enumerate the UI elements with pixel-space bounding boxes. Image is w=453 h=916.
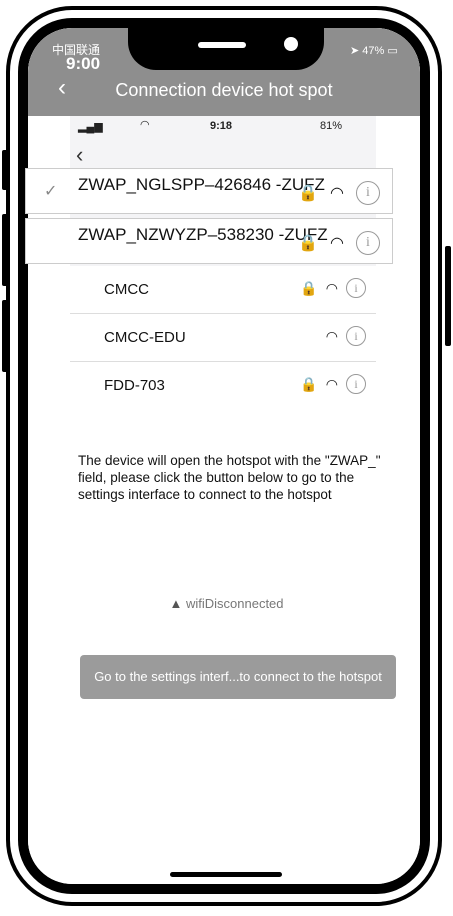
status-right: ➤ 47% ▭ bbox=[350, 44, 398, 57]
network-icons: 🔒 ◠ i bbox=[300, 374, 366, 394]
wifi-status-label: wifiDisconnected bbox=[185, 596, 284, 611]
wifi-icon: ◠ bbox=[325, 327, 338, 344]
volume-down-button bbox=[2, 300, 8, 372]
go-to-settings-button[interactable]: Go to the settings interf...to connect t… bbox=[80, 655, 396, 699]
speaker-grille bbox=[198, 42, 246, 48]
network-row[interactable]: FDD-703 🔒 ◠ i bbox=[70, 362, 376, 410]
wifi-icon: ◠ bbox=[140, 119, 150, 131]
network-row[interactable]: CMCC-EDU ◠ i bbox=[70, 314, 376, 362]
home-indicator[interactable] bbox=[170, 872, 282, 877]
network-row-highlighted[interactable]: ZWAP_NZWYZP–538230 -ZUFZ 🔒 ◠ i bbox=[25, 218, 393, 264]
embedded-time: 9:18 bbox=[210, 120, 233, 132]
embedded-status-bar: ▂▄▆ ◠ 9:18 81% bbox=[70, 116, 376, 140]
network-name: ZWAP_NZWYZP–538230 -ZUFZ bbox=[78, 225, 328, 244]
camera-dot bbox=[284, 37, 298, 51]
info-icon[interactable]: i bbox=[356, 181, 380, 205]
info-icon[interactable]: i bbox=[346, 374, 366, 394]
battery-percent: 47% bbox=[362, 45, 385, 57]
status-time: 9:00 bbox=[66, 54, 101, 73]
page-title: Connection device hot spot bbox=[115, 80, 333, 100]
lock-icon: 🔒 bbox=[300, 279, 318, 296]
info-icon[interactable]: i bbox=[346, 278, 366, 298]
warning-icon: ▲ bbox=[169, 596, 183, 611]
wifi-status: ▲ wifiDisconnected bbox=[0, 596, 453, 611]
embedded-battery: 81% bbox=[320, 120, 343, 132]
signal-icon: ▂▄▆ bbox=[78, 121, 103, 133]
network-icons: 🔒 ◠ i bbox=[298, 231, 380, 255]
network-name: FDD-703 bbox=[104, 377, 165, 394]
network-list: CMCC 🔒 ◠ i CMCC-EDU ◠ i FDD-703 🔒 ◠ i bbox=[70, 266, 376, 410]
network-icons: 🔒 ◠ i bbox=[300, 278, 366, 298]
info-icon[interactable]: i bbox=[346, 326, 366, 346]
mute-switch bbox=[2, 150, 8, 190]
lock-icon: 🔒 bbox=[298, 185, 319, 202]
lock-icon: 🔒 bbox=[300, 375, 318, 392]
wifi-icon: ◠ bbox=[325, 279, 338, 296]
battery-icon: ▭ bbox=[387, 45, 398, 57]
location-icon: ➤ bbox=[350, 45, 360, 57]
network-name: CMCC-EDU bbox=[104, 329, 186, 346]
network-icons: ◠ i bbox=[326, 326, 366, 346]
network-name: CMCC bbox=[104, 281, 149, 298]
wifi-icon: ◠ bbox=[325, 375, 338, 392]
network-icons: 🔒 ◠ i bbox=[298, 181, 380, 205]
instruction-text: The device will open the hotspot with th… bbox=[78, 453, 381, 502]
volume-up-button bbox=[2, 214, 8, 286]
network-name: ZWAP_NGLSPP–426846 -ZUFZ bbox=[78, 175, 325, 194]
embedded-back-icon: ‹ bbox=[76, 142, 84, 167]
power-button bbox=[445, 246, 451, 346]
checkmark-icon: ✓ bbox=[44, 183, 58, 200]
lock-icon: 🔒 bbox=[298, 235, 319, 252]
network-row-highlighted[interactable]: ✓ ZWAP_NGLSPP–426846 -ZUFZ 🔒 ◠ i bbox=[25, 168, 393, 214]
wifi-icon: ◠ bbox=[330, 185, 344, 202]
network-row[interactable]: CMCC 🔒 ◠ i bbox=[70, 266, 376, 314]
info-icon[interactable]: i bbox=[356, 231, 380, 255]
wifi-icon: ◠ bbox=[330, 235, 344, 252]
